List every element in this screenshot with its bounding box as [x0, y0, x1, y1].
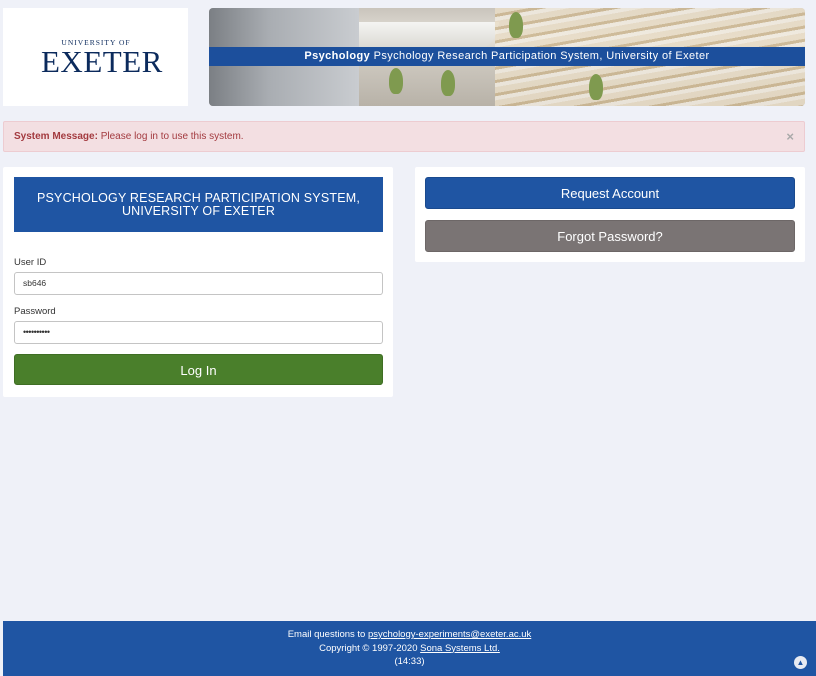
- chevron-up-icon[interactable]: ▲: [794, 656, 807, 669]
- request-account-button[interactable]: Request Account: [425, 177, 795, 209]
- footer-email-link[interactable]: psychology-experiments@exeter.ac.uk: [368, 629, 531, 640]
- password-label: Password: [14, 306, 56, 317]
- footer: Email questions to psychology-experiment…: [3, 621, 816, 676]
- system-message: System Message: Please log in to use thi…: [14, 122, 244, 151]
- university-logo[interactable]: UNIVERSITY OF EXETER: [3, 8, 188, 106]
- banner-tree: [509, 12, 523, 38]
- footer-email-line: Email questions to psychology-experiment…: [3, 628, 816, 642]
- system-message-alert: System Message: Please log in to use thi…: [3, 121, 805, 152]
- account-card: Request Account Forgot Password?: [415, 167, 805, 262]
- login-button[interactable]: Log In: [14, 354, 383, 385]
- footer-company-link[interactable]: Sona Systems Ltd.: [420, 643, 500, 654]
- login-title-line2: UNIVERSITY OF EXETER: [121, 203, 276, 218]
- banner-title-bar: Psychology Psychology Research Participa…: [209, 47, 805, 66]
- footer-email-prefix: Email questions to: [287, 629, 368, 640]
- system-message-label: System Message:: [14, 131, 98, 142]
- login-card: PSYCHOLOGY RESEARCH PARTICIPATION SYSTEM…: [3, 167, 393, 397]
- user-id-input[interactable]: sb646: [14, 272, 383, 295]
- header-banner: Psychology Psychology Research Participa…: [209, 8, 805, 106]
- exeter-logo-mark: UNIVERSITY OF EXETER: [41, 38, 163, 94]
- footer-time: (14:33): [394, 656, 425, 667]
- login-title-line1: PSYCHOLOGY RESEARCH PARTICIPATION SYSTEM…: [36, 190, 361, 205]
- banner-title-bold: Psychology: [304, 50, 371, 62]
- password-input[interactable]: ••••••••••: [14, 321, 383, 344]
- banner-tree: [589, 74, 603, 100]
- footer-copyright-line: Copyright © 1997-2020 Sona Systems Ltd.: [3, 642, 816, 656]
- banner-tree: [441, 70, 455, 96]
- logo-exeter: EXETER: [41, 44, 163, 79]
- close-icon[interactable]: ×: [786, 122, 794, 151]
- login-card-title: PSYCHOLOGY RESEARCH PARTICIPATION SYSTEM…: [14, 177, 383, 232]
- banner-title-text: Psychology Research Participation System…: [373, 50, 710, 62]
- footer-copyright-prefix: Copyright © 1997-2020: [319, 642, 421, 654]
- system-message-text: Please log in to use this system.: [100, 131, 244, 142]
- forgot-password-button[interactable]: Forgot Password?: [425, 220, 795, 252]
- user-id-label: User ID: [14, 257, 47, 268]
- banner-tree: [389, 68, 403, 94]
